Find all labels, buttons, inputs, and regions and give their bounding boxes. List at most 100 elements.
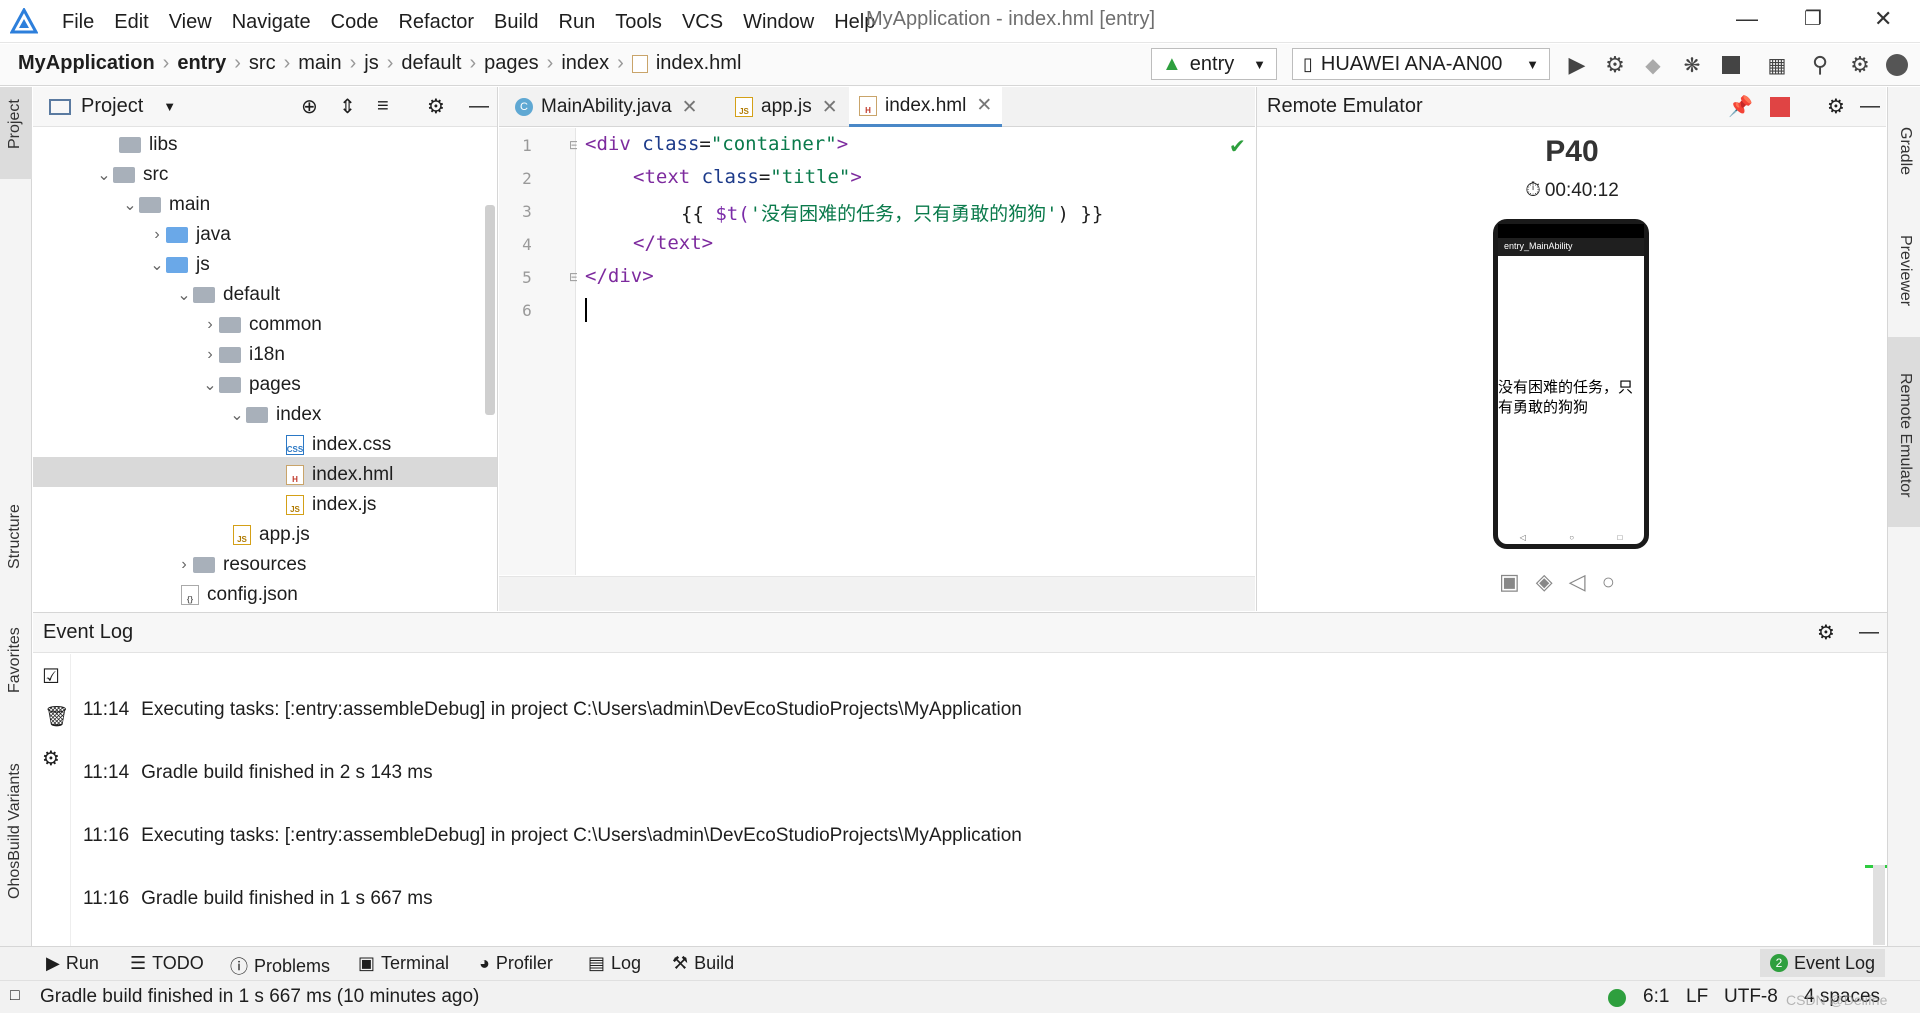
profile-icon[interactable]: ❋ <box>1679 52 1705 78</box>
menu-window[interactable]: Window <box>733 8 824 36</box>
close-icon[interactable]: ✕ <box>822 96 838 119</box>
tree-item-app-js[interactable]: JS app.js <box>233 520 310 550</box>
chevron-down-icon[interactable]: ⌄ <box>175 285 193 305</box>
chevron-down-icon[interactable]: ▼ <box>163 99 176 114</box>
tree-item-js[interactable]: ⌄ js <box>148 250 209 280</box>
tree-item-index-folder[interactable]: ⌄ index <box>228 400 321 430</box>
previewer-tool-tab[interactable]: Previewer <box>1896 235 1914 306</box>
tree-item-resources[interactable]: › resources <box>175 550 306 580</box>
settings-icon[interactable]: ⚙ <box>42 746 60 771</box>
tab-terminal[interactable]: ▣ Terminal <box>358 953 449 974</box>
crumb-index[interactable]: index <box>561 52 609 75</box>
menu-code[interactable]: Code <box>321 8 389 36</box>
restore-icon[interactable]: ❐ <box>1804 6 1822 31</box>
chevron-down-icon[interactable]: ⌄ <box>228 405 246 425</box>
crumb-default[interactable]: default <box>401 52 461 75</box>
tab-event-log[interactable]: 2 Event Log <box>1760 949 1886 977</box>
rotate-icon[interactable]: ▣ <box>1499 569 1520 595</box>
chevron-down-icon[interactable]: ⌄ <box>121 195 139 215</box>
crumb-file[interactable]: index.hml <box>656 52 742 75</box>
scrollbar[interactable] <box>485 205 495 415</box>
tree-item-common[interactable]: › common <box>201 310 322 340</box>
project-structure-icon[interactable]: ▦ <box>1764 52 1790 78</box>
tree-item-config-json[interactable]: {} config.json <box>181 580 298 610</box>
phone-recent-icon[interactable]: □ <box>1617 533 1622 542</box>
avatar[interactable] <box>1884 52 1910 78</box>
settings-icon[interactable]: ⚙ <box>1847 52 1873 78</box>
tab-profiler[interactable]: ◕ Profiler <box>479 953 553 974</box>
tab-run[interactable]: ▶ Run <box>46 953 99 974</box>
tree-item-src[interactable]: ⌄ src <box>95 160 168 190</box>
favorites-tool-tab[interactable]: Favorites <box>6 627 24 693</box>
menu-file[interactable]: File <box>52 8 104 36</box>
tree-item-java[interactable]: › java <box>148 220 231 250</box>
tab-mainability-java[interactable]: C MainAbility.java ✕ <box>505 87 708 127</box>
chevron-right-icon[interactable]: › <box>201 346 219 364</box>
connection-status-icon[interactable] <box>1608 989 1626 1007</box>
build-variants-tool-tab[interactable]: OhosBuild Variants <box>6 763 24 899</box>
phone-home-icon[interactable]: ○ <box>1569 533 1574 542</box>
gear-icon[interactable]: ⚙ <box>427 94 445 119</box>
menu-tools[interactable]: Tools <box>605 8 672 36</box>
tree-item-pages[interactable]: ⌄ pages <box>201 370 300 400</box>
hide-panel-icon[interactable]: — <box>469 95 489 118</box>
caret-position[interactable]: 6:1 <box>1643 986 1669 1008</box>
attach-debugger-icon[interactable]: ◆ <box>1640 52 1666 78</box>
crumb-module[interactable]: entry <box>177 52 226 75</box>
run-config-select[interactable]: ▲ entry ▼ <box>1151 48 1277 80</box>
chevron-down-icon[interactable]: ⌄ <box>95 165 113 185</box>
menu-view[interactable]: View <box>159 8 222 36</box>
crumb-js[interactable]: js <box>364 52 378 75</box>
project-tool-tab[interactable]: Project <box>6 99 24 149</box>
tree-item-default[interactable]: ⌄ default <box>175 280 280 310</box>
toggle-panels-icon[interactable]: □ <box>10 987 20 1005</box>
run-icon[interactable]: ▶ <box>1564 52 1590 78</box>
minimize-icon[interactable]: — <box>1736 6 1758 32</box>
menu-run[interactable]: Run <box>549 8 606 36</box>
tree-item-index-css[interactable]: CSS index.css <box>286 430 391 460</box>
chevron-right-icon[interactable]: › <box>201 316 219 334</box>
crumb-pages[interactable]: pages <box>484 52 539 75</box>
crumb-project[interactable]: MyApplication <box>18 52 155 75</box>
collapse-all-icon[interactable]: ≡ <box>377 95 389 118</box>
tree-item-index-hml[interactable]: Hindex.hml <box>286 460 393 490</box>
mark-read-icon[interactable]: ☑ <box>42 664 60 689</box>
menu-build[interactable]: Build <box>484 8 548 36</box>
chevron-down-icon[interactable]: ⌄ <box>148 255 166 275</box>
tree-item-libs[interactable]: libs <box>101 130 178 160</box>
hide-panel-icon[interactable]: — <box>1860 95 1880 118</box>
pin-icon[interactable]: 📌 <box>1728 94 1753 119</box>
scrollbar[interactable] <box>1873 865 1885 945</box>
back-icon[interactable]: ◁ <box>1569 569 1586 595</box>
menu-navigate[interactable]: Navigate <box>222 8 321 36</box>
tab-log[interactable]: ▤ Log <box>588 953 641 974</box>
tab-problems[interactable]: ⓘ Problems <box>230 953 330 979</box>
phone-back-icon[interactable]: ◁ <box>1520 533 1526 542</box>
home-icon[interactable]: ○ <box>1602 569 1615 595</box>
menu-vcs[interactable]: VCS <box>672 8 733 36</box>
expand-all-icon[interactable]: ⇕ <box>339 94 356 119</box>
file-encoding[interactable]: UTF-8 <box>1724 986 1778 1008</box>
tree-item-index-js[interactable]: JS index.js <box>286 490 376 520</box>
structure-tool-tab[interactable]: Structure <box>6 504 24 569</box>
gradle-tool-tab[interactable]: Gradle <box>1896 127 1914 175</box>
menu-edit[interactable]: Edit <box>104 8 158 36</box>
stop-icon[interactable] <box>1718 52 1744 78</box>
project-panel-title[interactable]: Project <box>81 95 143 118</box>
close-icon[interactable]: ✕ <box>976 94 992 117</box>
trash-icon[interactable]: 🗑 <box>44 704 69 729</box>
chevron-down-icon[interactable]: ⌄ <box>201 375 219 395</box>
gear-icon[interactable]: ⚙ <box>1827 94 1845 119</box>
code-editor[interactable]: <div class="container"> <text class="tit… <box>577 128 1255 575</box>
remote-emulator-tool-tab[interactable]: Remote Emulator <box>1896 373 1914 498</box>
search-icon[interactable]: ⚲ <box>1807 52 1833 78</box>
tab-app-js[interactable]: JS app.js ✕ <box>725 87 848 127</box>
crumb-src[interactable]: src <box>249 52 276 75</box>
hide-panel-icon[interactable]: — <box>1859 621 1879 644</box>
gear-icon[interactable]: ⚙ <box>1817 620 1835 645</box>
device-select[interactable]: ▯ HUAWEI ANA-AN00 ▼ <box>1292 48 1550 80</box>
tab-build[interactable]: ⚒ Build <box>672 953 734 974</box>
chevron-right-icon[interactable]: › <box>148 226 166 244</box>
crumb-main[interactable]: main <box>298 52 341 75</box>
tab-index-hml[interactable]: H index.hml ✕ <box>849 87 1003 127</box>
